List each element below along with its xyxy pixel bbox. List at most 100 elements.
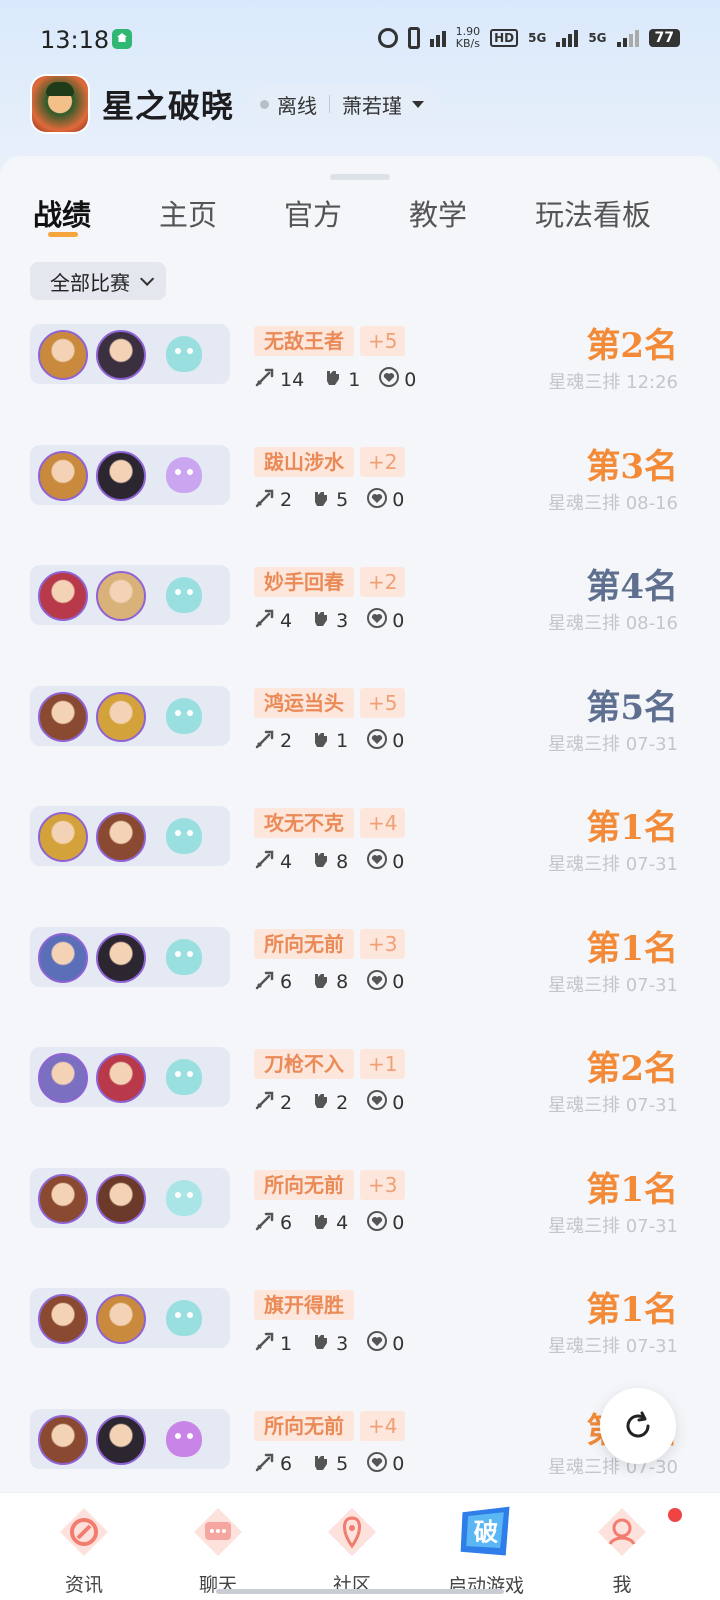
deaths-stat: 5 — [310, 1451, 348, 1478]
deaths-value: 5 — [336, 1453, 349, 1475]
match-title-badge: 妙手回春 — [254, 567, 354, 597]
chat-icon — [187, 1501, 249, 1562]
kda-stats: 6 5 0 — [254, 1451, 422, 1478]
match-time: 07-31 — [625, 733, 678, 755]
kills-stat: 4 — [254, 607, 292, 634]
hero-avatar — [96, 1294, 146, 1344]
match-row[interactable]: 鸿运当头 +5 2 1 0 第5名 星魂三排 07-31 — [0, 685, 720, 806]
assists-value: 0 — [404, 368, 417, 391]
match-title-badge: 所向无前 — [254, 1410, 354, 1441]
match-title-group: 攻无不克 +4 — [254, 808, 406, 838]
signal-bars-icon-2 — [616, 29, 639, 47]
pet-icon — [166, 456, 202, 493]
score-delta: +3 — [360, 1169, 406, 1200]
score-delta: +1 — [360, 1049, 406, 1079]
heart-shield-icon — [366, 607, 392, 634]
nav-community[interactable]: 社区 — [292, 1501, 412, 1597]
deaths-stat: 3 — [310, 607, 348, 634]
heart-shield-icon — [366, 1210, 392, 1237]
match-mode: 星魂三排 — [547, 1095, 620, 1116]
hero-avatar — [96, 450, 146, 501]
refresh-button[interactable] — [600, 1388, 676, 1464]
team-heroes — [30, 685, 230, 746]
match-title-badge: 所向无前 — [254, 928, 354, 959]
kda-stats: 6 4 0 — [254, 1210, 422, 1237]
match-title-group: 鸿运当头 +5 — [254, 687, 406, 718]
match-row[interactable]: 旗开得胜 1 3 0 第1名 星魂三排 07-31 — [0, 1288, 720, 1408]
match-time: 08-16 — [625, 613, 678, 634]
match-time: 07-31 — [625, 1215, 678, 1237]
match-row[interactable]: 攻无不克 +4 4 8 0 第1名 星魂三排 07-31 — [0, 806, 720, 926]
svg-text:破: 破 — [474, 1517, 499, 1546]
nav-launch-game[interactable]: 破 启动游戏 — [426, 1501, 546, 1597]
deaths-value: 4 — [336, 1212, 349, 1234]
network-speed-unit: KB/s — [455, 37, 480, 50]
kills-stat: 6 — [254, 1210, 292, 1237]
sword-icon — [254, 1330, 280, 1357]
score-delta: +4 — [360, 808, 406, 838]
tab-tutorial[interactable]: 教学 — [409, 192, 467, 234]
fist-icon — [310, 1451, 336, 1478]
sword-icon — [254, 728, 280, 755]
heart-shield-icon — [366, 1089, 392, 1116]
match-filter-label: 全部比赛 — [50, 270, 130, 295]
tab-official[interactable]: 官方 — [284, 192, 342, 234]
nav-profile[interactable]: 我 — [562, 1501, 682, 1597]
match-filter-dropdown[interactable]: 全部比赛 — [30, 262, 166, 300]
match-title-group: 所向无前 +4 — [254, 1410, 406, 1441]
match-meta: 星魂三排 07-31 — [548, 1332, 678, 1358]
hero-avatar — [38, 932, 88, 983]
match-row[interactable]: 所向无前 +3 6 8 0 第1名 星魂三排 07-31 — [0, 926, 720, 1047]
tab-home[interactable]: 主页 — [159, 192, 217, 234]
pet-icon — [166, 336, 202, 372]
nav-news[interactable]: 资讯 — [24, 1501, 144, 1597]
rank-label: 第1名 — [586, 1290, 678, 1330]
match-row[interactable]: 无敌王者 +5 14 1 0 第2名 星魂三排 12:26 — [0, 324, 720, 444]
match-mode: 星魂三排 — [547, 613, 620, 634]
tab-gameplay-board[interactable]: 玩法看板 — [535, 192, 651, 234]
rank-label: 第2名 — [586, 326, 678, 366]
match-row[interactable]: 妙手回春 +2 4 3 0 第4名 星魂三排 08-16 — [0, 565, 720, 685]
match-time: 07-31 — [625, 854, 678, 875]
assists-value: 0 — [392, 1212, 405, 1234]
profile-icon — [591, 1501, 653, 1562]
kda-stats: 1 3 0 — [254, 1330, 422, 1357]
account-switcher[interactable]: 离线 萧若瑾 — [248, 86, 441, 122]
nav-profile-label: 我 — [612, 1574, 632, 1596]
deaths-value: 8 — [336, 971, 349, 993]
kills-stat: 14 — [254, 366, 304, 393]
sword-icon — [254, 607, 280, 634]
match-row[interactable]: 刀枪不入 +1 2 2 0 第2名 星魂三排 07-31 — [0, 1047, 720, 1167]
nfc-icon — [429, 29, 446, 47]
tab-record[interactable]: 战绩 — [33, 192, 91, 234]
nav-chat[interactable]: 聊天 — [158, 1501, 278, 1597]
match-row[interactable]: 所向无前 +3 6 4 0 第1名 星魂三排 07-31 — [0, 1167, 720, 1288]
status-time: 13:18 — [40, 26, 110, 54]
match-mode: 星魂三排 — [547, 1336, 620, 1357]
deaths-value: 8 — [336, 850, 349, 873]
hero-avatar — [96, 932, 146, 983]
tab-bar: 战绩 主页 官方 教学 玩法看板 — [0, 192, 720, 252]
kills-stat: 2 — [254, 728, 292, 755]
match-meta: 星魂三排 07-31 — [548, 850, 678, 876]
fist-icon — [310, 1210, 336, 1237]
pet-icon — [166, 1059, 202, 1095]
match-row[interactable]: 跋山涉水 +2 2 5 0 第3名 星魂三排 08-16 — [0, 444, 720, 565]
divider — [329, 95, 331, 113]
drag-handle[interactable] — [330, 174, 390, 180]
game-header: 星之破晓 离线 萧若瑾 — [32, 76, 688, 132]
match-mode: 星魂三排 — [547, 733, 620, 755]
match-title-badge: 旗开得胜 — [254, 1290, 354, 1320]
assists-value: 0 — [392, 730, 405, 752]
hd-voice-icon: HD — [490, 29, 519, 47]
pet-icon — [166, 577, 202, 613]
match-time: 07-31 — [625, 1336, 678, 1357]
kills-stat: 2 — [254, 1089, 292, 1116]
kills-stat: 6 — [254, 1451, 292, 1478]
deaths-value: 3 — [336, 1332, 349, 1355]
game-logo[interactable] — [32, 76, 88, 132]
kills-value: 2 — [280, 730, 293, 752]
match-meta: 星魂三排 08-16 — [548, 489, 678, 515]
caret-down-icon — [412, 100, 425, 108]
match-title-badge: 鸿运当头 — [254, 687, 354, 718]
